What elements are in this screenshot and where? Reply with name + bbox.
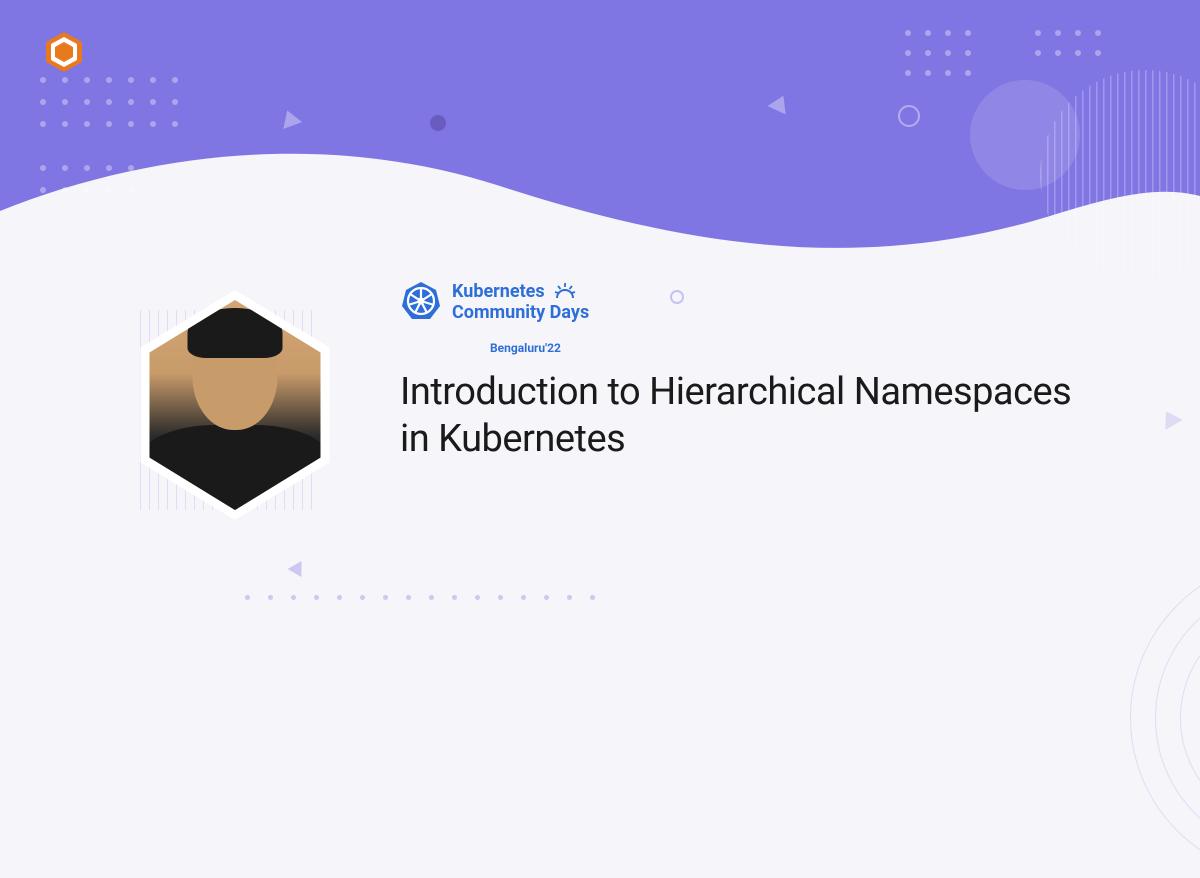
- event-logo: Kubernetes Community Days: [400, 280, 1100, 323]
- speaker-photo: [140, 300, 330, 510]
- decoration-bottom-dots: [245, 595, 595, 600]
- decoration-triangle-icon: [288, 557, 309, 577]
- talk-title: Introduction to Hierarchical Namespaces …: [400, 369, 1100, 464]
- decoration-ring-icon: [898, 105, 920, 127]
- sun-icon: [553, 280, 577, 304]
- decoration-dots-top-right-1: [900, 25, 980, 85]
- brand-logo: [42, 30, 86, 74]
- decoration-triangle-icon: [1157, 406, 1182, 430]
- decoration-dots-top-left-1: [35, 72, 185, 142]
- decoration-soft-circle: [970, 80, 1080, 190]
- event-location: Bengaluru'22: [490, 341, 1100, 355]
- event-org-line1: Kubernetes: [452, 283, 545, 302]
- decoration-dots-top-right-2: [1030, 25, 1110, 65]
- decoration-dot-icon: [430, 115, 446, 131]
- content-area: Kubernetes Community Days Bengaluru'22 I…: [400, 280, 1100, 464]
- decoration-dots-top-left-2: [35, 160, 145, 210]
- kubernetes-icon: [400, 280, 442, 322]
- event-org-line2: Community Days: [452, 304, 589, 323]
